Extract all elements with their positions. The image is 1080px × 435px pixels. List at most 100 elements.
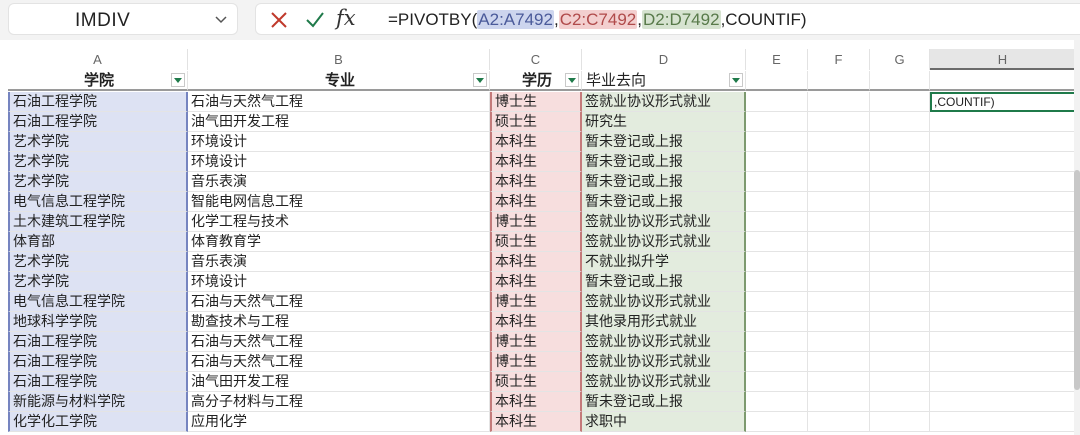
cell-c[interactable]: 博士生 [490,332,582,352]
cell-g[interactable] [870,212,930,232]
cell-h[interactable] [930,252,1080,272]
cell-b[interactable]: 石油与天然气工程 [188,92,490,112]
cell-f[interactable] [808,272,870,292]
cell-g[interactable] [870,392,930,412]
cell-e[interactable] [746,132,808,152]
cell-h[interactable] [930,352,1080,372]
cell-d[interactable]: 其他录用形式就业 [582,312,746,332]
formula-input[interactable]: fx =PIVOTBY(A2:A7492,C2:C7492,D2:D7492,C… [255,3,1080,35]
cell-e[interactable] [746,152,808,172]
cell-e[interactable] [746,232,808,252]
cell-a[interactable]: 化学化工学院 [8,412,188,432]
cell-f[interactable] [808,292,870,312]
column-header-f[interactable]: F [808,49,870,70]
insert-function-button[interactable]: fx [336,6,362,30]
cell-h[interactable] [930,112,1080,132]
cell-f[interactable] [808,372,870,392]
cell-a[interactable]: 石油工程学院 [8,352,188,372]
cell-b[interactable]: 勘查技术与工程 [188,312,490,332]
cell-d[interactable]: 签就业协议形式就业 [582,92,746,112]
cell-g[interactable] [870,412,930,432]
spreadsheet-grid[interactable]: 学院 专业 学历 毕业去向 石油工程学院 石油与天然气工程 博士生 签就业协议形式就业… [8,71,1080,435]
column-header-a[interactable]: A [8,49,188,70]
cell-h[interactable] [930,372,1080,392]
cell-g[interactable] [870,112,930,132]
x-icon[interactable] [270,10,288,30]
cell-b[interactable]: 石油与天然气工程 [188,292,490,312]
cell-c[interactable]: 硕士生 [490,112,582,132]
cell-h[interactable] [930,332,1080,352]
cell-g[interactable] [870,352,930,372]
cell-a[interactable]: 艺术学院 [8,252,188,272]
formula-text[interactable]: =PIVOTBY(A2:A7492,C2:C7492,D2:D7492,COUN… [388,10,807,30]
active-cell-editor[interactable]: ,COUNTIF) [930,92,1076,112]
cell-e[interactable] [746,312,808,332]
cell-g[interactable] [870,232,930,252]
cell-e[interactable] [746,252,808,272]
cell-h[interactable] [930,71,1080,91]
header-cell-c[interactable]: 学历 [490,71,582,91]
cell-c[interactable]: 博士生 [490,352,582,372]
cell-g[interactable] [870,172,930,192]
cell-a[interactable]: 土木建筑工程学院 [8,212,188,232]
cell-e[interactable] [746,332,808,352]
cell-g[interactable] [870,252,930,272]
cell-g[interactable] [870,152,930,172]
cell-b[interactable]: 智能电网信息工程 [188,192,490,212]
cell-e[interactable] [746,71,808,91]
cell-f[interactable] [808,92,870,112]
cell-b[interactable]: 环境设计 [188,152,490,172]
cell-d[interactable]: 暂未登记或上报 [582,272,746,292]
cell-g[interactable] [870,332,930,352]
cell-f[interactable] [808,352,870,372]
cell-b[interactable]: 油气田开发工程 [188,112,490,132]
cell-f[interactable] [808,412,870,432]
column-header-h[interactable]: H [930,49,1076,70]
cell-f[interactable] [808,232,870,252]
cell-d[interactable]: 暂未登记或上报 [582,172,746,192]
cell-h[interactable] [930,412,1080,432]
cell-h[interactable] [930,172,1080,192]
cell-c[interactable]: 本科生 [490,152,582,172]
vertical-scrollbar[interactable] [1074,40,1080,435]
cell-b[interactable]: 应用化学 [188,412,490,432]
cell-e[interactable] [746,392,808,412]
cell-f[interactable] [808,332,870,352]
cell-h[interactable] [930,272,1080,292]
cell-d[interactable]: 签就业协议形式就业 [582,212,746,232]
cell-a[interactable]: 地球科学学院 [8,312,188,332]
cell-c[interactable]: 博士生 [490,212,582,232]
cell-h[interactable] [930,292,1080,312]
cell-d[interactable]: 签就业协议形式就业 [582,232,746,252]
cell-a[interactable]: 电气信息工程学院 [8,292,188,312]
cell-c[interactable]: 硕士生 [490,372,582,392]
cell-b[interactable]: 体育教育学 [188,232,490,252]
header-cell-b[interactable]: 专业 [188,71,490,91]
cell-e[interactable] [746,212,808,232]
cell-a[interactable]: 艺术学院 [8,152,188,172]
cell-g[interactable] [870,71,930,91]
name-box[interactable]: IMDIV [8,3,238,35]
cell-b[interactable]: 音乐表演 [188,172,490,192]
cell-d[interactable]: 求职中 [582,412,746,432]
cell-f[interactable] [808,112,870,132]
cell-a[interactable]: 石油工程学院 [8,92,188,112]
cell-f[interactable] [808,192,870,212]
cell-h[interactable] [930,312,1080,332]
cell-d[interactable]: 暂未登记或上报 [582,132,746,152]
header-cell-a[interactable]: 学院 [8,71,188,91]
cell-a[interactable]: 艺术学院 [8,132,188,152]
cell-d[interactable]: 签就业协议形式就业 [582,292,746,312]
cell-a[interactable]: 体育部 [8,232,188,252]
cell-b[interactable]: 环境设计 [188,272,490,292]
cell-a[interactable]: 石油工程学院 [8,372,188,392]
cell-f[interactable] [808,392,870,412]
cell-d[interactable]: 暂未登记或上报 [582,152,746,172]
column-header-c[interactable]: C [490,49,582,70]
cell-e[interactable] [746,92,808,112]
cell-c[interactable]: 本科生 [490,392,582,412]
cell-a[interactable]: 电气信息工程学院 [8,192,188,212]
cell-c[interactable]: 本科生 [490,172,582,192]
cell-d[interactable]: 签就业协议形式就业 [582,332,746,352]
cell-a[interactable]: 艺术学院 [8,272,188,292]
